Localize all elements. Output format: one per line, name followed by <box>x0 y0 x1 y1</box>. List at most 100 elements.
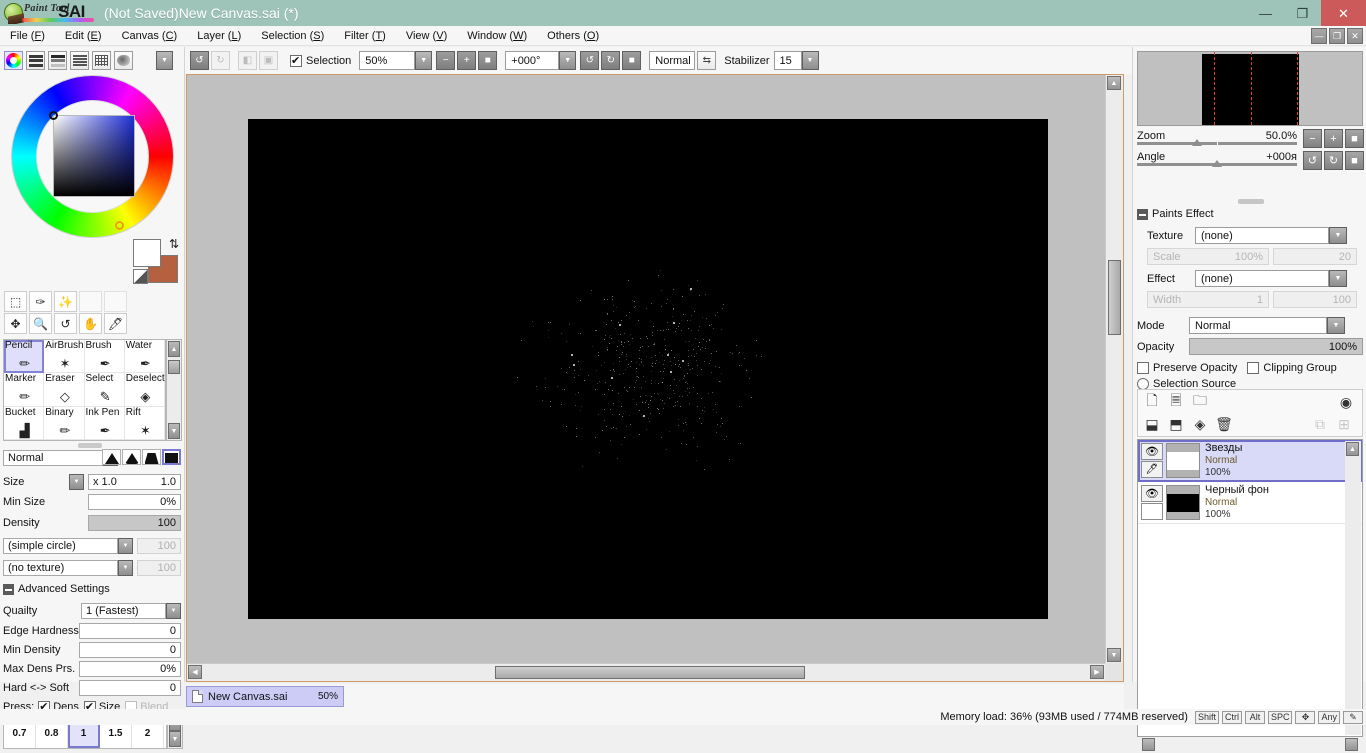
selection-source-radio[interactable] <box>1137 377 1149 390</box>
document-tab[interactable]: New Canvas.sai 50% <box>186 686 344 707</box>
texture-field[interactable]: (none) <box>1195 227 1329 244</box>
brush-tool-deselect[interactable]: Deselect ◈ <box>124 373 165 407</box>
collapse-minus-icon[interactable] <box>3 583 14 595</box>
navigator-rotate-cw-button[interactable]: ↻ <box>1324 151 1343 170</box>
scroll-up-icon[interactable]: ▲ <box>1346 442 1359 456</box>
hsv-slider-mode-button[interactable] <box>48 51 67 70</box>
scroll-down-icon[interactable]: ▼ <box>169 731 181 747</box>
left-panel-collapse-button[interactable]: ▼ <box>156 51 173 70</box>
angle-dropdown-button[interactable]: ▼ <box>559 51 577 70</box>
menu-filter[interactable]: Filter (T) <box>334 26 396 46</box>
navigator-zoom-in-button[interactable]: + <box>1324 129 1343 148</box>
layer-mode-dropdown[interactable]: ▼ <box>1327 317 1345 334</box>
quality-dropdown[interactable]: ▼ <box>166 603 181 619</box>
min-density-field[interactable]: 0 <box>79 642 181 658</box>
new-linework-layer-button[interactable]: 🗏 <box>1166 392 1186 412</box>
panel-footer-left-button[interactable] <box>1142 738 1155 751</box>
brush-texture-field[interactable]: (no texture) <box>3 560 118 576</box>
flip-horizontal-button[interactable]: ◧ <box>238 51 257 70</box>
color-wheel-mode-button[interactable] <box>4 51 23 70</box>
brush-tool-binary[interactable]: Binary ✏ <box>44 406 85 440</box>
duplicate-layer-button[interactable]: ⊞ <box>1334 414 1354 434</box>
min-size-field[interactable]: 0% <box>88 494 181 510</box>
vertical-scrollbar-thumb[interactable] <box>1108 260 1121 335</box>
menu-layer[interactable]: Layer (L) <box>187 26 251 46</box>
zoom-in-button[interactable]: + <box>457 51 477 70</box>
edge-hardness-field[interactable]: 0 <box>79 623 181 639</box>
delete-layer-button[interactable]: 🗑 <box>1214 414 1234 434</box>
panel-resize-grip[interactable] <box>78 443 102 448</box>
layer-mask-button[interactable]: ◉ <box>1336 392 1356 412</box>
key-indicator-move-icon[interactable]: ✥ <box>1295 710 1316 724</box>
paints-effect-header[interactable]: Paints Effect <box>1137 208 1214 220</box>
hand-tool[interactable]: ✋ <box>79 313 102 334</box>
mdi-close-button[interactable]: ✕ <box>1347 28 1363 44</box>
navigator-zoom-slider[interactable]: Zoom 50.0% <box>1137 130 1297 146</box>
right-panel-grip[interactable] <box>1238 199 1264 204</box>
canvas-page[interactable] <box>248 119 1048 619</box>
sv-cursor-icon[interactable] <box>49 111 58 120</box>
layer-visibility-toggle[interactable]: 👁 <box>1141 485 1163 502</box>
key-indicator-any[interactable]: Any <box>1318 710 1340 724</box>
angle-field[interactable]: +000° <box>505 51 560 70</box>
layer-select-source-toggle[interactable] <box>1141 503 1163 520</box>
advanced-settings-header[interactable]: Advanced Settings <box>3 583 110 595</box>
canvas-vertical-scrollbar[interactable]: ▲ ▼ <box>1105 75 1123 663</box>
blend-mode-button[interactable] <box>114 51 133 70</box>
brush-tool-rift[interactable]: Rift ✶ <box>124 406 165 440</box>
collapse-minus-icon[interactable] <box>1137 208 1148 220</box>
navigator-angle-slider[interactable]: Angle +000я <box>1137 151 1297 167</box>
restore-button[interactable]: ❐ <box>1284 0 1321 26</box>
layer-list[interactable]: 👁 🖊 Звезды Normal 100% 👁 Черный фон Norm… <box>1137 439 1363 737</box>
scroll-right-icon[interactable]: ▶ <box>1090 665 1104 679</box>
size-dropdown[interactable]: ▼ <box>69 474 84 490</box>
layer-list-scrollbar[interactable]: ▲ <box>1345 441 1361 735</box>
brush-tool-pencil[interactable]: Pencil ✏ <box>4 340 45 374</box>
navigator-rotate-reset-button[interactable]: ■ <box>1345 151 1364 170</box>
brush-blend-mode-field[interactable]: Normal <box>3 450 103 466</box>
angle-reset-button[interactable]: ■ <box>622 51 642 70</box>
eyedropper-tool[interactable]: 🖊 <box>104 313 127 334</box>
magic-wand-tool[interactable]: ✨ <box>54 291 77 312</box>
menu-edit[interactable]: Edit (E) <box>55 26 112 46</box>
texture-dropdown[interactable]: ▼ <box>1329 227 1347 244</box>
merge-selected-button[interactable]: ⬒ <box>1166 414 1186 434</box>
horizontal-scrollbar-thumb[interactable] <box>495 666 805 679</box>
zoom-reset-button[interactable]: ■ <box>478 51 498 70</box>
zoom-dropdown-button[interactable]: ▼ <box>415 51 433 70</box>
move-tool[interactable]: ✥ <box>4 313 27 334</box>
scroll-left-icon[interactable]: ◀ <box>188 665 202 679</box>
foreground-color-swatch[interactable] <box>133 239 161 267</box>
selection-toggle[interactable]: Selection <box>290 54 351 67</box>
scroll-down-icon[interactable]: ▼ <box>1107 648 1121 662</box>
canvas-area[interactable]: ▲ ▼ ◀ ▶ <box>186 74 1124 682</box>
lasso-select-tool[interactable]: ✑ <box>29 291 52 312</box>
empty-tool-slot-2[interactable] <box>104 291 127 312</box>
scroll-down-icon[interactable]: ▼ <box>168 423 180 439</box>
mdi-minimize-button[interactable]: — <box>1311 28 1327 44</box>
flip-vertical-button[interactable]: ▣ <box>259 51 278 70</box>
density-slider[interactable]: 100 <box>88 515 181 531</box>
zoom-out-button[interactable]: − <box>436 51 456 70</box>
key-indicator-ctrl[interactable]: Ctrl <box>1221 710 1242 724</box>
brush-tool-select[interactable]: Select ✎ <box>84 373 125 407</box>
merge-down-button[interactable]: ⬓ <box>1142 414 1162 434</box>
menu-selection[interactable]: Selection (S) <box>251 26 334 46</box>
canvas-viewport[interactable] <box>187 75 1105 663</box>
empty-tool-slot-1[interactable] <box>79 291 102 312</box>
preserve-opacity-checkbox[interactable] <box>1137 361 1149 374</box>
brush-texture-dropdown[interactable]: ▼ <box>118 560 133 576</box>
mdi-restore-button[interactable]: ❐ <box>1329 28 1345 44</box>
brush-tool-brush[interactable]: Brush ✒ <box>84 340 125 374</box>
color-list-mode-button[interactable] <box>70 51 89 70</box>
size-field[interactable]: x 1.0 1.0 <box>88 474 181 490</box>
rotate-ccw-button[interactable]: ↺ <box>580 51 600 70</box>
layer-row-stars[interactable]: 👁 🖊 Звезды Normal 100% <box>1138 440 1362 482</box>
rgb-slider-mode-button[interactable] <box>26 51 45 70</box>
layer-visibility-toggle[interactable]: 👁 <box>1141 443 1163 460</box>
layer-mode-field[interactable]: Normal <box>1189 317 1327 334</box>
navigator-rotate-ccw-button[interactable]: ↺ <box>1303 151 1322 170</box>
close-button[interactable]: ✕ <box>1321 0 1366 26</box>
minimize-button[interactable]: — <box>1247 0 1284 26</box>
hue-cursor-icon[interactable] <box>115 221 124 230</box>
